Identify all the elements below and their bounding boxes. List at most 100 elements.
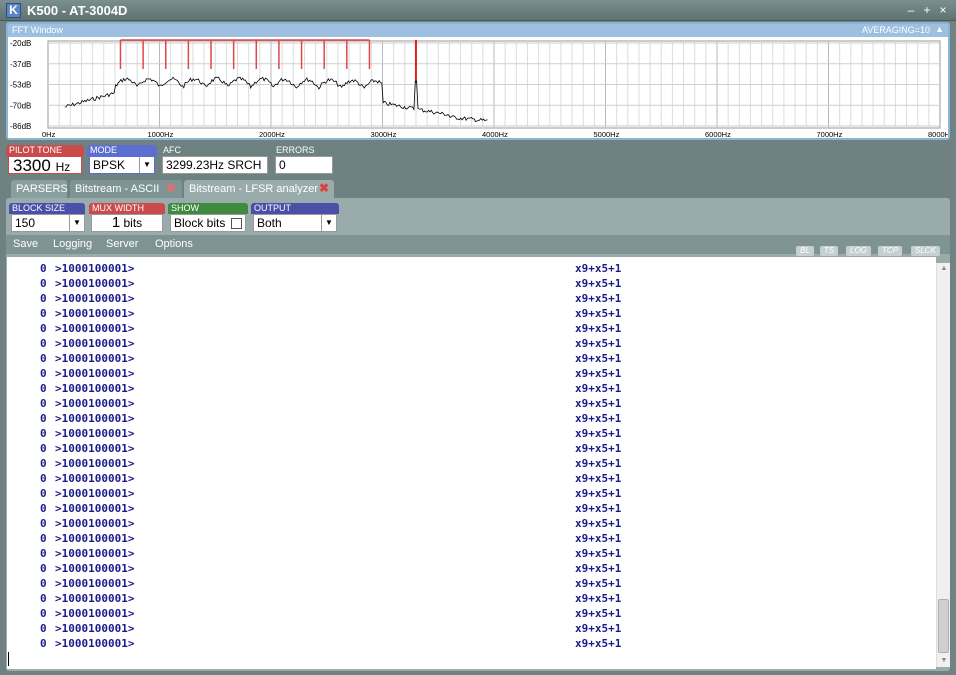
scroll-up-icon[interactable]: ▲ [937,263,951,275]
afc-control: AFC 3299.23Hz SRCH [160,145,270,175]
row-polynomial: x9+x5+1 [575,562,622,575]
errors-label: ERRORS [273,145,335,156]
output-select[interactable]: Both ▼ [253,214,337,232]
row-polynomial: x9+x5+1 [575,607,622,620]
tab-lfsr-analyzer[interactable]: Bitstream - LFSR analyzer ✖ [184,180,334,199]
show-label: SHOW [168,203,248,214]
x-tick-label: 8000Hz [928,130,948,138]
row-count: 0 [40,307,47,320]
minimize-button[interactable]: – [903,2,919,18]
mode-value: BPSK [93,158,126,172]
x-tick-label: 5000Hz [594,130,620,138]
menu-save[interactable]: Save [13,238,38,250]
row-bits: >1000100001> [55,502,135,515]
fft-spectrum-plot[interactable]: -20dB -37dB -53dB -70dB -86dB 0Hz 1000Hz 2000Hz… [8,37,948,138]
row-polynomial: x9+x5+1 [575,367,622,380]
row-polynomial: x9+x5+1 [575,292,622,305]
row-polynomial: x9+x5+1 [575,487,622,500]
row-count: 0 [40,337,47,350]
row-count: 0 [40,292,47,305]
mode-label: MODE [87,145,157,156]
row-bits: >1000100001> [55,622,135,635]
fft-header: FFT Window AVERAGING=10 ▲ [8,24,948,37]
block-size-control: BLOCK SIZE 150 ▼ [9,203,85,233]
block-bits-label: Block bits [174,216,226,230]
block-size-label: BLOCK SIZE [9,203,85,214]
afc-value: 3299.23Hz SRCH [162,156,268,174]
x-tick-label: 1000Hz [148,130,174,138]
output-value: Both [257,216,282,230]
tab-parsers[interactable]: PARSERS [11,180,68,199]
mux-width-input[interactable]: 1 bits [91,214,163,232]
averaging-label[interactable]: AVERAGING=10 [862,25,930,35]
row-bits: >1000100001> [55,307,135,320]
row-bits: >1000100001> [55,397,135,410]
menu-options[interactable]: Options [155,238,193,250]
maximize-button[interactable]: + [919,2,935,18]
chevron-down-icon[interactable]: ▼ [321,215,336,231]
vertical-scrollbar[interactable]: ▲ ▼ [936,263,950,667]
row-bits: >1000100001> [55,472,135,485]
x-tick-label: 2000Hz [259,130,285,138]
row-polynomial: x9+x5+1 [575,577,622,590]
chevron-down-icon[interactable]: ▼ [69,215,84,231]
row-polynomial: x9+x5+1 [575,382,622,395]
flag-log[interactable]: LOG [846,246,871,256]
row-bits: >1000100001> [55,427,135,440]
pilot-tone-value: 3300 [13,156,51,175]
flag-ts[interactable]: TS [820,246,839,256]
row-polynomial: x9+x5+1 [575,322,622,335]
row-count: 0 [40,592,47,605]
flag-tcp[interactable]: TCP [878,246,902,256]
tab-label: Bitstream - LFSR analyzer [189,183,318,195]
row-polynomial: x9+x5+1 [575,352,622,365]
row-polynomial: x9+x5+1 [575,277,622,290]
row-count: 0 [40,547,47,560]
mux-width-unit: bits [123,216,143,230]
mode-select[interactable]: BPSK ▼ [89,156,155,174]
title-bar[interactable]: K K500 - AT-3004D – + × [0,0,956,21]
row-count: 0 [40,397,47,410]
row-bits: >1000100001> [55,637,135,650]
app-icon: K [6,3,21,18]
output-text-area[interactable]: 0 >1000100001> x9+x5+1 0 >1000100001> x9+x5+1… [7,257,936,669]
row-polynomial: x9+x5+1 [575,592,622,605]
afc-label: AFC [160,145,270,156]
mux-width-value: 1 [111,214,121,231]
y-tick-label: -70dB [10,101,31,110]
row-count: 0 [40,382,47,395]
tab-bitstream-ascii[interactable]: Bitstream - ASCII ✖ [70,180,182,199]
block-bits-checkbox[interactable] [231,218,242,229]
row-count: 0 [40,607,47,620]
scroll-thumb[interactable] [938,599,949,653]
close-button[interactable]: × [935,2,951,18]
block-bits-checkbox-field[interactable]: Block bits [170,214,246,232]
row-count: 0 [40,472,47,485]
row-bits: >1000100001> [55,577,135,590]
close-tab-icon[interactable]: ✖ [319,182,330,194]
row-bits: >1000100001> [55,442,135,455]
mux-width-control: MUX WIDTH 1 bits [89,203,165,233]
close-tab-icon[interactable]: ✖ [166,182,177,194]
main-window: K K500 - AT-3004D – + × FFT Window AVERA… [0,0,956,675]
row-bits: >1000100001> [55,517,135,530]
row-bits: >1000100001> [55,547,135,560]
flag-bl[interactable]: BL [796,246,814,256]
row-count: 0 [40,517,47,530]
row-count: 0 [40,322,47,335]
y-tick-label: -20dB [10,39,31,48]
flag-slck[interactable]: SLCK [911,246,940,256]
block-size-select[interactable]: 150 ▼ [11,214,85,232]
menu-logging[interactable]: Logging [53,238,92,250]
pilot-tone-input[interactable]: 3300 Hz [8,156,82,174]
errors-control: ERRORS 0 [273,145,335,175]
window-title: K500 - AT-3004D [27,3,128,18]
chevron-down-icon[interactable]: ▼ [139,157,154,173]
scroll-down-icon[interactable]: ▼ [937,655,951,667]
row-bits: >1000100001> [55,277,135,290]
row-polynomial: x9+x5+1 [575,517,622,530]
x-tick-label: 7000Hz [817,130,843,138]
menu-server[interactable]: Server [106,238,138,250]
collapse-icon[interactable]: ▲ [935,24,944,34]
row-count: 0 [40,622,47,635]
